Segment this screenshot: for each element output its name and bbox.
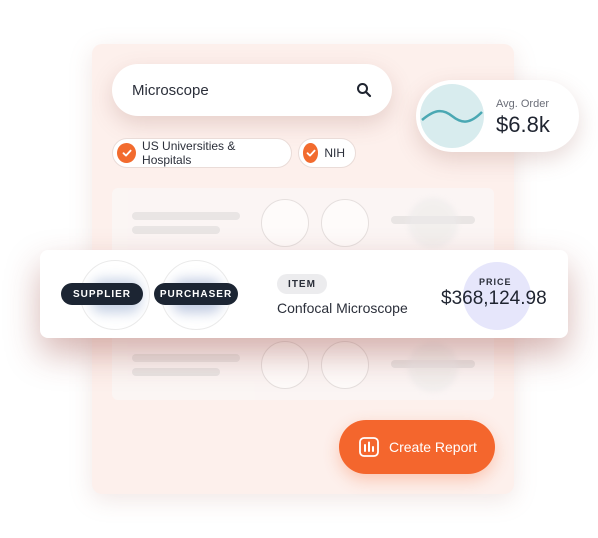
checkmark-icon bbox=[117, 143, 137, 163]
result-card[interactable]: SUPPLIER PURCHASER ITEM Confocal Microsc… bbox=[40, 250, 568, 338]
avg-order-value: $6.8k bbox=[496, 112, 550, 137]
filter-chip-us-universities[interactable]: US Universities & Hospitals bbox=[112, 138, 292, 168]
create-report-button[interactable]: Create Report bbox=[339, 420, 495, 474]
placeholder-avatar bbox=[261, 199, 309, 247]
price-value: $368,124.98 bbox=[441, 288, 547, 309]
avg-order-label: Avg. Order bbox=[496, 98, 549, 110]
placeholder-bar bbox=[132, 368, 220, 376]
placeholder-row bbox=[112, 188, 494, 258]
placeholder-bar bbox=[132, 354, 240, 362]
purchaser-badge: PURCHASER bbox=[154, 283, 238, 305]
bar-chart-icon bbox=[359, 437, 379, 457]
create-report-label: Create Report bbox=[389, 439, 477, 455]
avg-order-card: Avg. Order $6.8k bbox=[416, 80, 579, 152]
item-badge: ITEM bbox=[277, 274, 327, 294]
item-name: Confocal Microscope bbox=[277, 300, 408, 316]
filter-chip-label: NIH bbox=[324, 146, 345, 160]
search-input[interactable]: Microscope bbox=[132, 82, 356, 99]
placeholder-circle bbox=[408, 198, 458, 248]
filter-chip-nih[interactable]: NIH bbox=[298, 138, 356, 168]
placeholder-circle bbox=[408, 342, 458, 392]
placeholder-avatar bbox=[321, 341, 369, 389]
price-label: PRICE bbox=[479, 277, 512, 287]
search-icon[interactable] bbox=[356, 82, 372, 98]
filter-chip-label: US Universities & Hospitals bbox=[142, 139, 236, 167]
placeholder-avatar bbox=[321, 199, 369, 247]
placeholder-bar bbox=[132, 212, 240, 220]
avg-order-sparkline bbox=[420, 84, 484, 148]
checkmark-icon bbox=[303, 143, 319, 163]
search-bar[interactable]: Microscope bbox=[112, 64, 392, 116]
placeholder-avatar bbox=[261, 341, 309, 389]
placeholder-row bbox=[112, 330, 494, 400]
supplier-badge: SUPPLIER bbox=[61, 283, 143, 305]
placeholder-bar bbox=[132, 226, 220, 234]
